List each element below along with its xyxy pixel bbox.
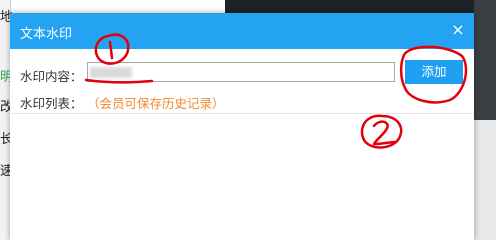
background-panel-right bbox=[474, 120, 496, 240]
close-icon[interactable]: × bbox=[448, 19, 468, 41]
add-button[interactable]: 添加 bbox=[405, 60, 463, 84]
dialog-divider bbox=[10, 113, 474, 114]
dialog-title: 文本水印 bbox=[20, 27, 73, 42]
watermark-list-label: 水印列表： bbox=[20, 96, 83, 111]
watermark-content-label: 水印内容： bbox=[20, 69, 83, 84]
dialog-titlebar: 文本水印 × bbox=[10, 13, 474, 49]
blurred-input-text bbox=[90, 67, 132, 78]
watermark-content-input[interactable] bbox=[87, 62, 395, 82]
background-window-top bbox=[225, 0, 496, 14]
text-watermark-dialog: 文本水印 × 水印内容： 添加 水印列表： （会员可保存历史记录） bbox=[10, 13, 474, 240]
member-history-hint: （会员可保存历史记录） bbox=[87, 96, 225, 111]
